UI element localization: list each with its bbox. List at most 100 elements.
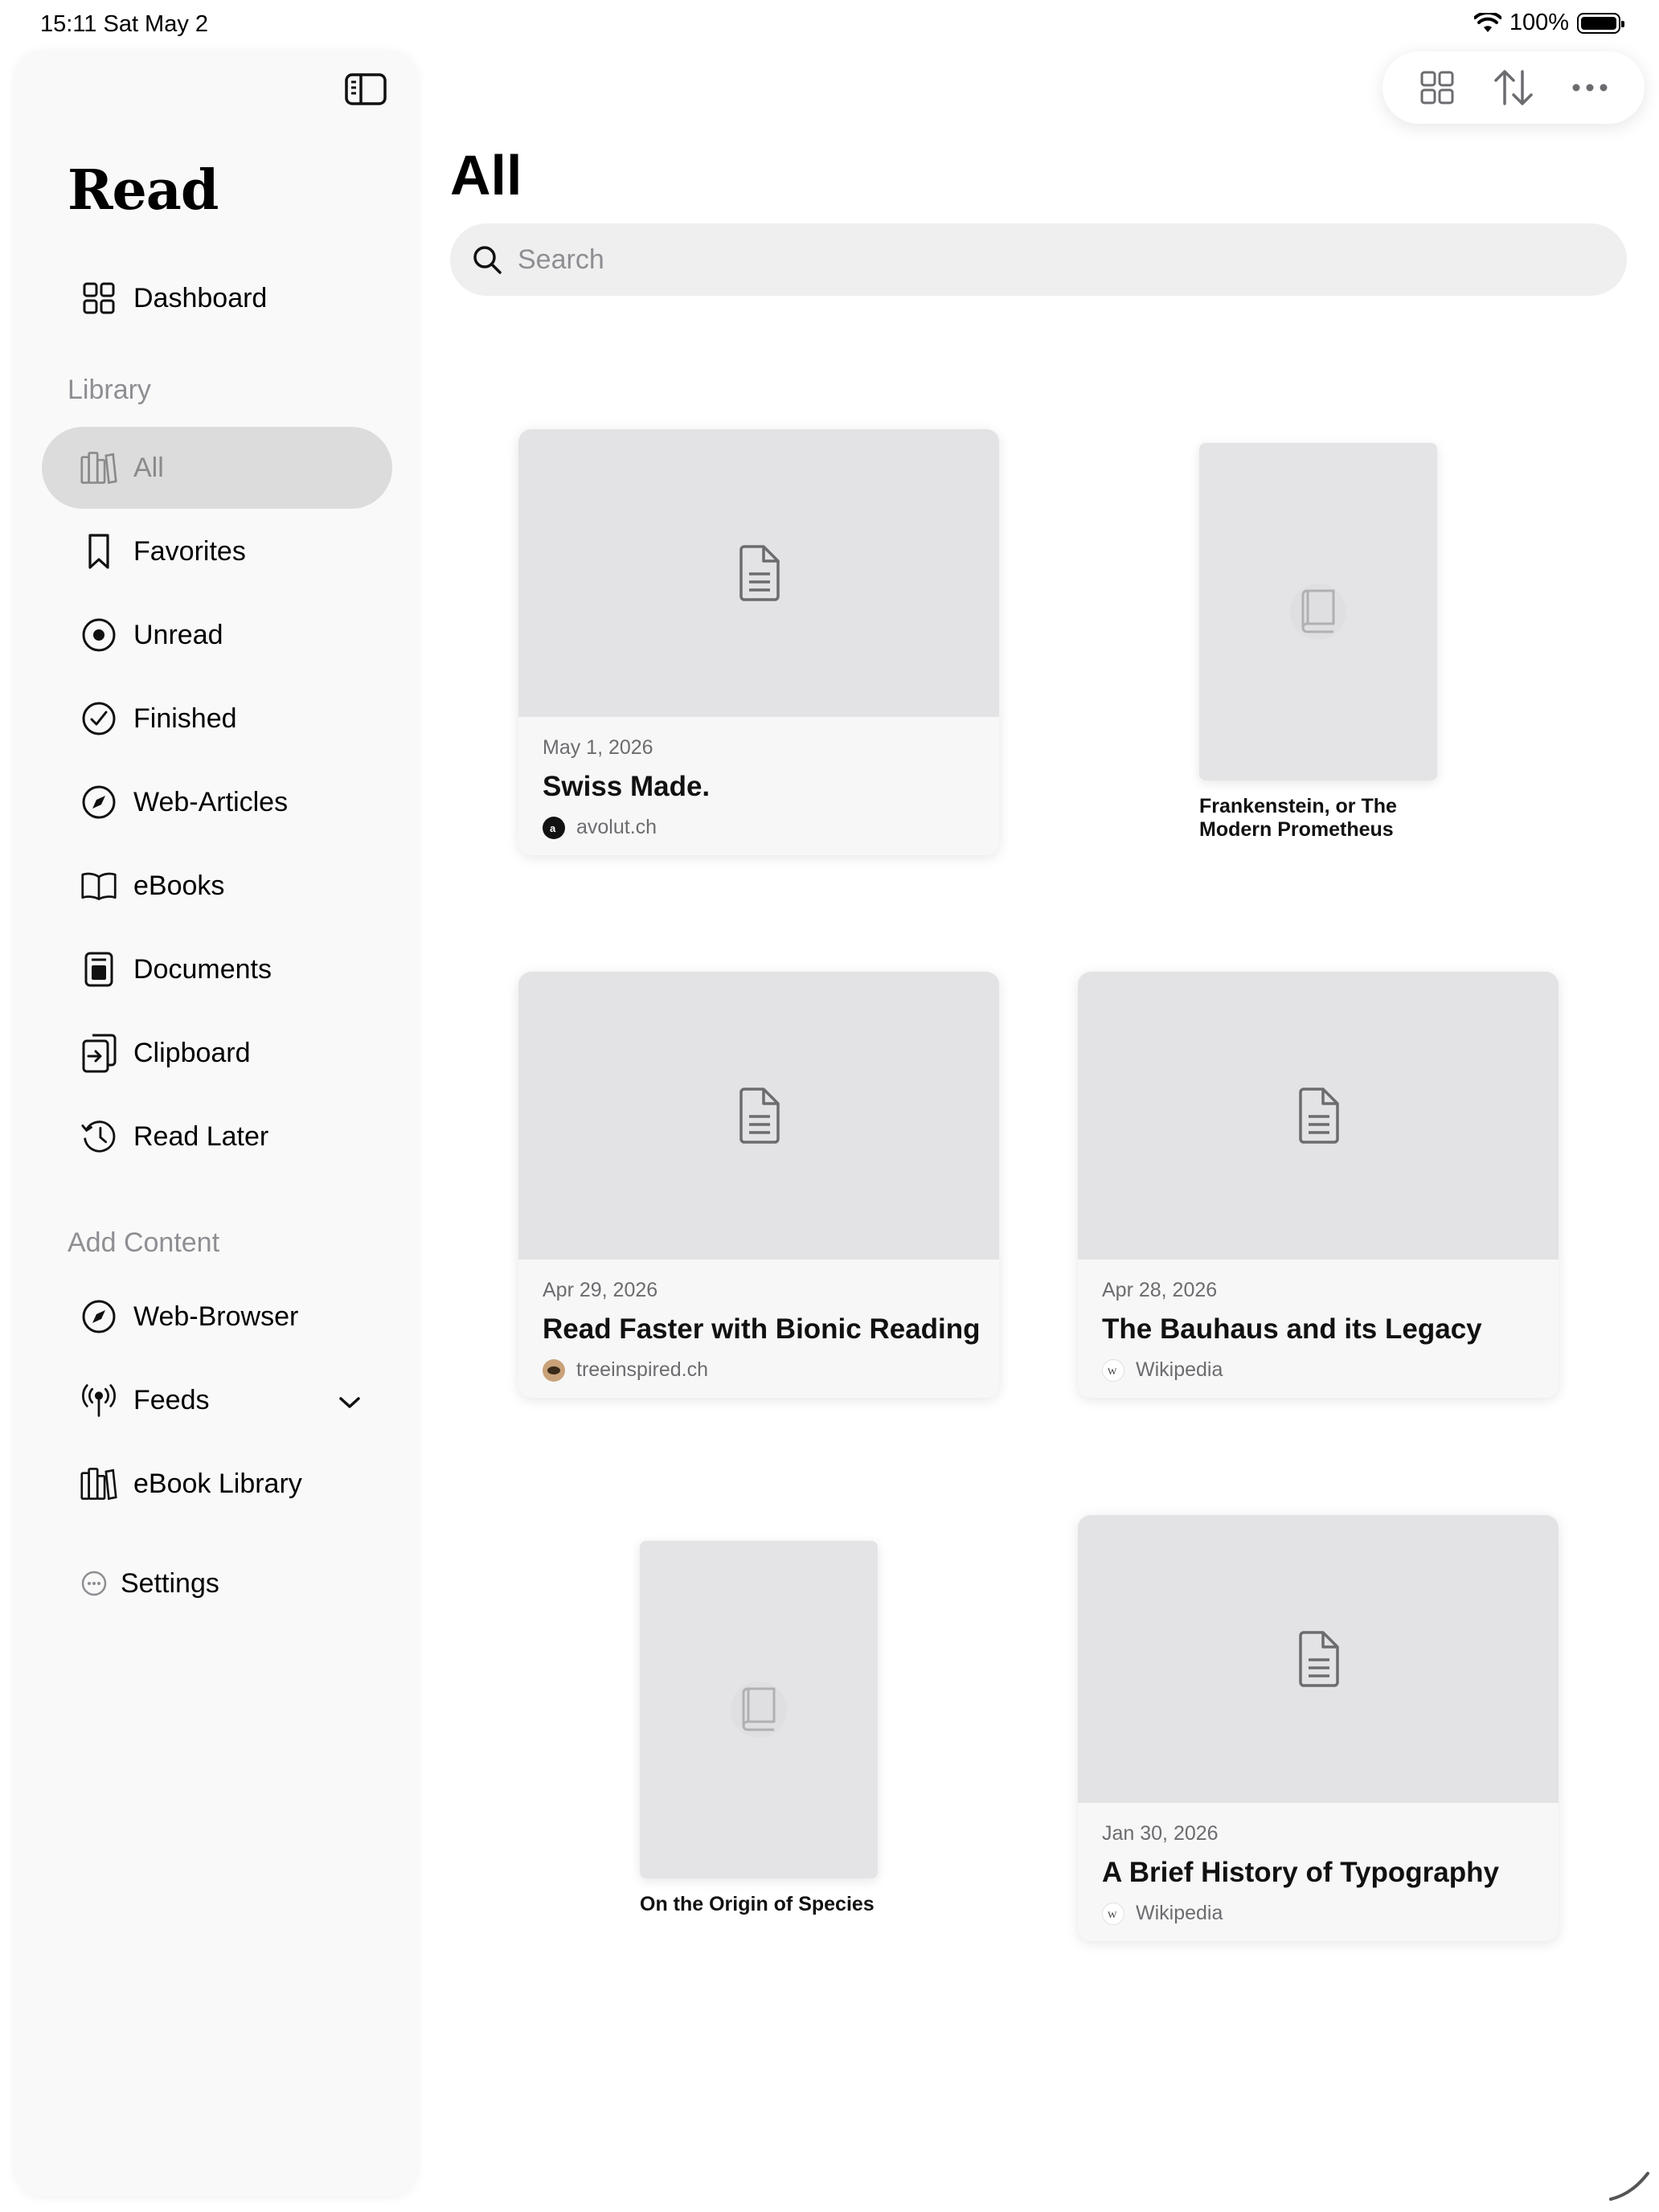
compass-icon bbox=[80, 1298, 117, 1335]
article-thumbnail bbox=[1078, 972, 1559, 1260]
article-source: treeinspired.ch bbox=[576, 1358, 708, 1381]
sidebar-item-label: All bbox=[133, 452, 164, 483]
sidebar: Read Dashboard Library All Favorites Unr… bbox=[14, 50, 418, 2196]
wifi-icon bbox=[1473, 12, 1501, 32]
article-card[interactable]: May 1, 2026 Swiss Made. a avolut.ch bbox=[518, 429, 999, 855]
book-icon bbox=[742, 1687, 776, 1731]
document-icon bbox=[1299, 1088, 1339, 1144]
sidebar-item-clipboard[interactable]: Clipboard bbox=[42, 1012, 392, 1094]
sidebar-item-all[interactable]: All bbox=[42, 427, 392, 509]
checkmark-circle-icon bbox=[80, 700, 117, 737]
article-thumbnail bbox=[518, 429, 999, 717]
sidebar-item-feeds[interactable]: Feeds bbox=[42, 1359, 392, 1441]
svg-text:W: W bbox=[1108, 1366, 1117, 1376]
book-icon bbox=[1301, 589, 1335, 633]
library-section-label: Library bbox=[68, 375, 151, 405]
sidebar-item-label: eBooks bbox=[133, 870, 225, 901]
book-cover bbox=[640, 1541, 878, 1878]
sidebar-item-label: Unread bbox=[133, 619, 223, 650]
compass-icon bbox=[80, 784, 117, 821]
corner-handle-icon bbox=[1609, 2172, 1649, 2201]
sidebar-item-label: Dashboard bbox=[133, 282, 268, 313]
article-card[interactable]: Jan 30, 2026 A Brief History of Typograp… bbox=[1078, 1515, 1559, 1941]
book-title: Frankenstein, or The Modern Prometheus bbox=[1199, 795, 1397, 841]
article-date: Apr 28, 2026 bbox=[1102, 1279, 1218, 1301]
article-source: Wikipedia bbox=[1136, 1358, 1223, 1381]
site-favicon-icon: a bbox=[543, 816, 565, 839]
wikipedia-favicon-icon: W bbox=[1102, 1358, 1124, 1382]
sidebar-item-dashboard[interactable]: Dashboard bbox=[42, 257, 392, 339]
document-icon bbox=[739, 1088, 780, 1144]
sort-arrows-icon bbox=[1494, 70, 1533, 105]
svg-text:a: a bbox=[550, 822, 556, 834]
sidebar-item-settings[interactable]: Settings bbox=[42, 1542, 392, 1624]
add-content-section-label: Add Content bbox=[68, 1227, 220, 1258]
article-thumbnail bbox=[518, 972, 999, 1260]
sidebar-item-label: Read Later bbox=[133, 1120, 269, 1152]
article-title: The Bauhaus and its Legacy bbox=[1102, 1313, 1482, 1345]
open-book-icon bbox=[80, 867, 117, 904]
sidebar-item-unread[interactable]: Unread bbox=[42, 594, 392, 676]
sort-button[interactable] bbox=[1485, 59, 1542, 116]
sidebar-item-documents[interactable]: Documents bbox=[42, 928, 392, 1010]
view-mode-button[interactable] bbox=[1409, 59, 1465, 116]
article-date: May 1, 2026 bbox=[543, 736, 653, 759]
sidebar-toggle-button[interactable] bbox=[344, 72, 387, 106]
status-bar: 15:11 Sat May 2 100% bbox=[0, 0, 1659, 51]
book-cover bbox=[1199, 443, 1437, 780]
top-toolbar bbox=[1382, 51, 1645, 124]
article-title: Swiss Made. bbox=[543, 771, 711, 802]
sidebar-item-label: Documents bbox=[133, 953, 272, 985]
books-icon bbox=[80, 1465, 117, 1502]
bookmark-icon bbox=[80, 533, 117, 570]
search-icon bbox=[473, 246, 502, 274]
books-icon bbox=[80, 449, 117, 486]
article-source: avolut.ch bbox=[576, 816, 657, 838]
sidebar-item-label: Favorites bbox=[133, 535, 246, 567]
grid-icon bbox=[80, 280, 117, 317]
book-item[interactable]: Frankenstein, or The Modern Prometheus bbox=[1199, 443, 1440, 842]
sidebar-item-label: Web-Articles bbox=[133, 786, 289, 817]
sidebar-item-ebook-library[interactable]: eBook Library bbox=[42, 1443, 392, 1525]
site-favicon-icon bbox=[543, 1358, 565, 1382]
svg-text:W: W bbox=[1108, 1909, 1117, 1919]
sidebar-item-ebooks[interactable]: eBooks bbox=[42, 845, 392, 927]
search-input[interactable] bbox=[518, 244, 1563, 276]
search-bar[interactable] bbox=[450, 223, 1627, 296]
article-card[interactable]: Apr 28, 2026 The Bauhaus and its Legacy … bbox=[1078, 972, 1559, 1398]
sidebar-toggle-icon bbox=[345, 73, 387, 105]
battery-icon bbox=[1577, 12, 1624, 34]
unread-dot-icon bbox=[80, 616, 117, 653]
sidebar-item-read-later[interactable]: Read Later bbox=[42, 1096, 392, 1178]
article-source: Wikipedia bbox=[1136, 1902, 1223, 1924]
article-date: Apr 29, 2026 bbox=[543, 1279, 658, 1301]
article-thumbnail bbox=[1078, 1515, 1559, 1803]
document-icon bbox=[739, 545, 780, 601]
chevron-down-icon[interactable] bbox=[338, 1387, 362, 1418]
sidebar-item-label: Finished bbox=[133, 703, 237, 734]
book-item[interactable]: On the Origin of Species bbox=[640, 1541, 881, 1916]
ellipsis-icon bbox=[1572, 84, 1608, 92]
more-options-button[interactable] bbox=[1562, 59, 1618, 116]
article-date: Jan 30, 2026 bbox=[1102, 1822, 1219, 1845]
document-icon bbox=[80, 951, 117, 988]
sidebar-item-web-articles[interactable]: Web-Articles bbox=[42, 761, 392, 843]
sidebar-item-web-browser[interactable]: Web-Browser bbox=[42, 1276, 392, 1358]
sidebar-item-label: eBook Library bbox=[133, 1468, 302, 1499]
sidebar-item-label: Feeds bbox=[133, 1384, 210, 1415]
article-card[interactable]: Apr 29, 2026 Read Faster with Bionic Rea… bbox=[518, 972, 999, 1398]
sidebar-item-favorites[interactable]: Favorites bbox=[42, 510, 392, 592]
status-time-date: 15:11 Sat May 2 bbox=[40, 11, 209, 37]
antenna-icon bbox=[80, 1382, 117, 1419]
clock-history-icon bbox=[80, 1118, 117, 1155]
clipboard-icon bbox=[80, 1034, 117, 1073]
wikipedia-favicon-icon: W bbox=[1102, 1902, 1124, 1925]
article-title: A Brief History of Typography bbox=[1102, 1857, 1499, 1888]
sidebar-item-label: Clipboard bbox=[133, 1037, 251, 1068]
battery-percent: 100% bbox=[1509, 10, 1569, 35]
app-title: Read bbox=[68, 158, 219, 223]
document-icon bbox=[1299, 1631, 1339, 1687]
sidebar-item-label: Web-Browser bbox=[133, 1301, 299, 1332]
grid-icon bbox=[1420, 71, 1454, 104]
sidebar-item-finished[interactable]: Finished bbox=[42, 678, 392, 760]
